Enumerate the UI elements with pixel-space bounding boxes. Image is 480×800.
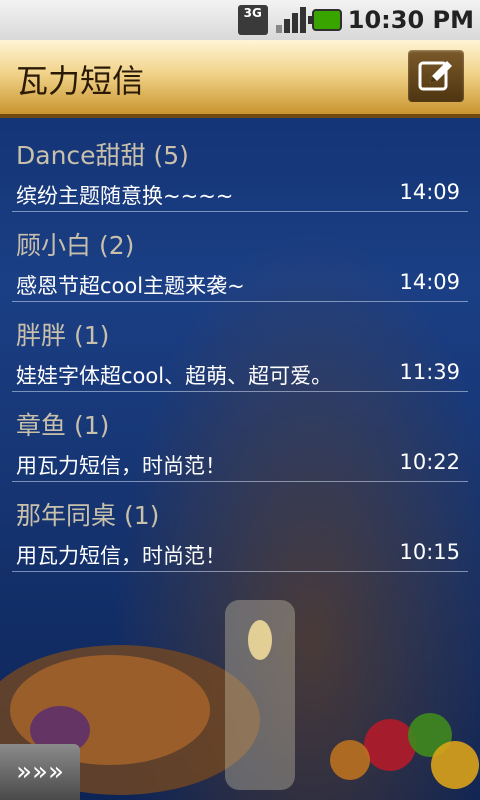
conversation-time: 11:39: [399, 360, 460, 384]
conversation-item[interactable]: 顾小白 (2) 感恩节超cool主题来袭~ 14:09: [12, 212, 468, 302]
battery-icon: [307, 9, 342, 31]
app-title: 瓦力短信: [16, 62, 145, 100]
conversation-item[interactable]: 那年同桌 (1) 用瓦力短信，时尚范！ 10:15: [12, 482, 468, 572]
status-bar: 3G 10:30 PM: [0, 0, 480, 40]
conversation-preview: 感恩节超cool主题来袭~: [16, 274, 245, 298]
conversation-sender: 顾小白 (2): [16, 231, 135, 260]
expand-button[interactable]: »»»: [0, 744, 80, 800]
conversation-preview: 缤纷主题随意换~~~~: [16, 184, 234, 208]
conversation-time: 14:09: [399, 180, 460, 204]
conversation-preview: 娃娃字体超cool、超萌、超可爱。: [16, 364, 333, 388]
conversation-time: 10:22: [399, 450, 460, 474]
app-title-bar: 瓦力短信: [0, 40, 480, 118]
conversation-item[interactable]: Dance甜甜 (5) 缤纷主题随意换~~~~ 14:09: [12, 122, 468, 212]
network-3g-icon: 3G: [237, 5, 268, 35]
screen: 3G 10:30 PM 瓦力短信 Dance甜甜 (5) 缤纷主题随意换~~~~…: [0, 0, 480, 800]
status-clock: 10:30 PM: [347, 6, 474, 34]
conversation-list: Dance甜甜 (5) 缤纷主题随意换~~~~ 14:09 顾小白 (2) 感恩…: [0, 122, 480, 572]
conversation-item[interactable]: 胖胖 (1) 娃娃字体超cool、超萌、超可爱。 11:39: [12, 302, 468, 392]
conversation-sender: Dance甜甜 (5): [16, 141, 189, 170]
compose-button[interactable]: [408, 50, 464, 102]
conversation-time: 14:09: [399, 270, 460, 294]
signal-icon: [274, 5, 306, 35]
conversation-preview: 用瓦力短信，时尚范！: [16, 454, 226, 478]
conversation-sender: 那年同桌 (1): [16, 501, 160, 530]
conversation-sender: 胖胖 (1): [16, 321, 110, 350]
conversation-sender: 章鱼 (1): [16, 411, 110, 440]
conversation-item[interactable]: 章鱼 (1) 用瓦力短信，时尚范！ 10:22: [12, 392, 468, 482]
compose-icon: [418, 61, 452, 91]
